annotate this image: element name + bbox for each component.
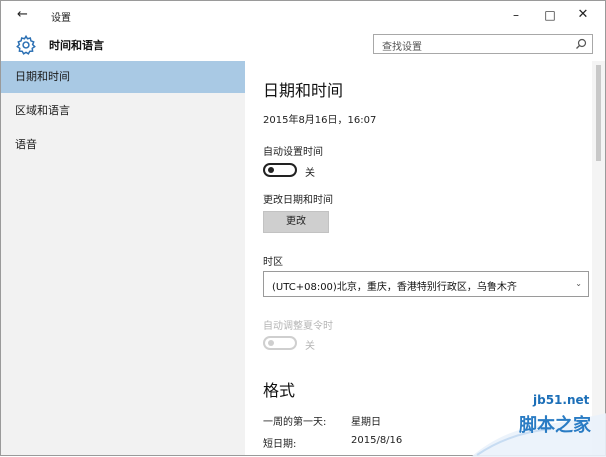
sidebar-item-region-language[interactable]: 区域和语言: [1, 95, 245, 127]
timezone-value: (UTC+08:00)北京，重庆，香港特别行政区，乌鲁木齐: [272, 282, 517, 293]
sidebar: 日期和时间 区域和语言 语音: [1, 61, 245, 455]
format-value-first-day: 星期日: [351, 417, 381, 428]
sidebar-item-speech[interactable]: 语音: [1, 129, 245, 161]
format-key-first-day: 一周的第一天:: [263, 417, 327, 428]
change-datetime-label: 更改日期和时间: [263, 195, 333, 206]
search-input[interactable]: 查找设置: [373, 34, 593, 54]
close-icon[interactable]: ✕: [571, 5, 595, 25]
watermark: jb51.net 脚本之家: [471, 391, 606, 457]
settings-window: ← 设置 – □ ✕ 时间和语言 查找设置 日期和时间 区域和语言 语音 日期和…: [0, 0, 606, 457]
search-icon[interactable]: [575, 38, 587, 50]
window-title: 设置: [51, 13, 71, 24]
format-value-short-date: 2015/8/16: [351, 435, 403, 446]
dst-toggle[interactable]: [263, 336, 297, 350]
back-arrow-icon[interactable]: ←: [17, 7, 33, 23]
auto-time-label: 自动设置时间: [263, 147, 323, 158]
gear-icon: [16, 34, 36, 55]
toggle-knob: [268, 167, 274, 173]
chevron-down-icon: ⌄: [575, 279, 582, 288]
auto-time-toggle[interactable]: [263, 163, 297, 177]
maximize-icon[interactable]: □: [538, 5, 562, 25]
auto-time-state: 关: [305, 168, 315, 179]
search-placeholder: 查找设置: [382, 42, 422, 53]
title-bar: ← 设置 – □ ✕: [1, 1, 605, 31]
section-heading-format: 格式: [263, 381, 296, 400]
minimize-icon[interactable]: –: [504, 5, 528, 25]
watermark-name: 脚本之家: [519, 415, 591, 436]
watermark-url: jb51.net: [533, 393, 590, 407]
toggle-knob: [268, 340, 274, 346]
dst-state: 关: [305, 341, 315, 352]
section-heading-date-time: 日期和时间: [263, 81, 344, 100]
page-title: 时间和语言: [49, 39, 104, 52]
timezone-label: 时区: [263, 257, 283, 268]
current-datetime: 2015年8月16日，16:07: [263, 115, 377, 126]
sidebar-item-date-time[interactable]: 日期和时间: [1, 61, 245, 93]
timezone-select[interactable]: (UTC+08:00)北京，重庆，香港特别行政区，乌鲁木齐 ⌄: [263, 271, 589, 297]
dst-label: 自动调整夏令时: [263, 321, 333, 332]
format-key-short-date: 短日期:: [263, 439, 297, 450]
change-button[interactable]: 更改: [263, 211, 329, 233]
scroll-thumb[interactable]: [596, 65, 601, 161]
